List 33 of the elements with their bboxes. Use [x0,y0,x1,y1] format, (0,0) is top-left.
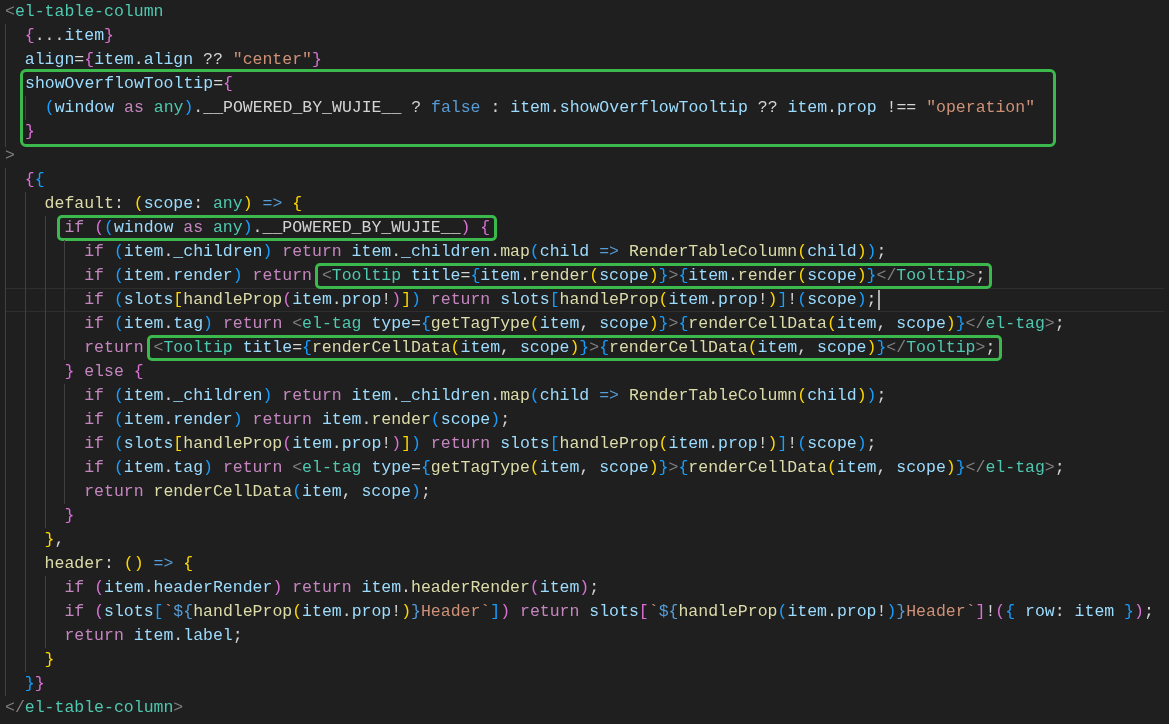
code-text: return renderCellData(item, scope); [84,481,431,503]
code-text: } [25,121,35,143]
code-text: if (slots[handleProp(item.prop!)]) return slots[handleProp(item.prop!)]!(scope); [84,289,877,311]
code-text: return item.label; [64,625,243,647]
code-text: showOverflowTooltip={ [25,73,233,95]
code-text: default: (scope: any) => { [44,193,303,215]
highlight-box: <Tooltip title={renderCellData(item, scope)}>{renderCellData(item, scope)}</Tooltip>; [146,335,1003,361]
code-text: return [84,337,145,359]
code-text: if (item.render) return item.render(scope); [84,409,511,431]
code-text: }, [44,529,65,551]
code-text: </el-table-column> [5,697,184,719]
code-text: > [5,145,15,167]
code-text: } else { [64,361,144,383]
code-text: {{ [24,169,45,191]
code-text: (window as any).__POWERED_BY_WUJIE__ ? false : item.showOverflowTooltip ?? item.prop !== "operation" [44,97,1036,119]
code-text: align={item.align ?? "center"} [24,49,322,71]
highlight-box: if ((window as any).__POWERED_BY_WUJIE__) { [57,215,498,241]
code-text: }} [24,673,45,695]
code-text: if (item.render) return [84,265,313,287]
code-text: if (item.tag) return <el-tag type={getTagType(item, scope)}>{renderCellData(item, scope)}</el-tag>; [84,457,1065,479]
code-text: if (slots[handleProp(item.prop!)]) return slots[handleProp(item.prop!)]!(scope); [84,433,877,455]
code-text: if (item._children) return item._children.map(child => RenderTableColumn(child)); [84,241,887,263]
text-cursor [877,290,880,310]
code-text: if (item.tag) return <el-tag type={getTagType(item, scope)}>{renderCellData(item, scope)}</el-tag>; [84,313,1065,335]
highlight-box: <Tooltip title={item.render(scope)}>{item.render(scope)}</Tooltip>; [314,263,993,289]
code-text: {...item} [24,25,114,47]
code-text: <el-table-column [5,1,164,23]
code-text: if (item.headerRender) return item.headerRender(item); [64,577,600,599]
code-text: if (item._children) return item._children.map(child => RenderTableColumn(child)); [84,385,887,407]
code-text: if (slots[`${handleProp(item.prop!)}Header`]) return slots[`${handleProp(item.prop!)}Header`]!({ row: item }); [64,601,1154,623]
code-text: } [44,649,55,671]
code-text: header: () => { [44,553,194,575]
code-text: } [64,505,75,527]
